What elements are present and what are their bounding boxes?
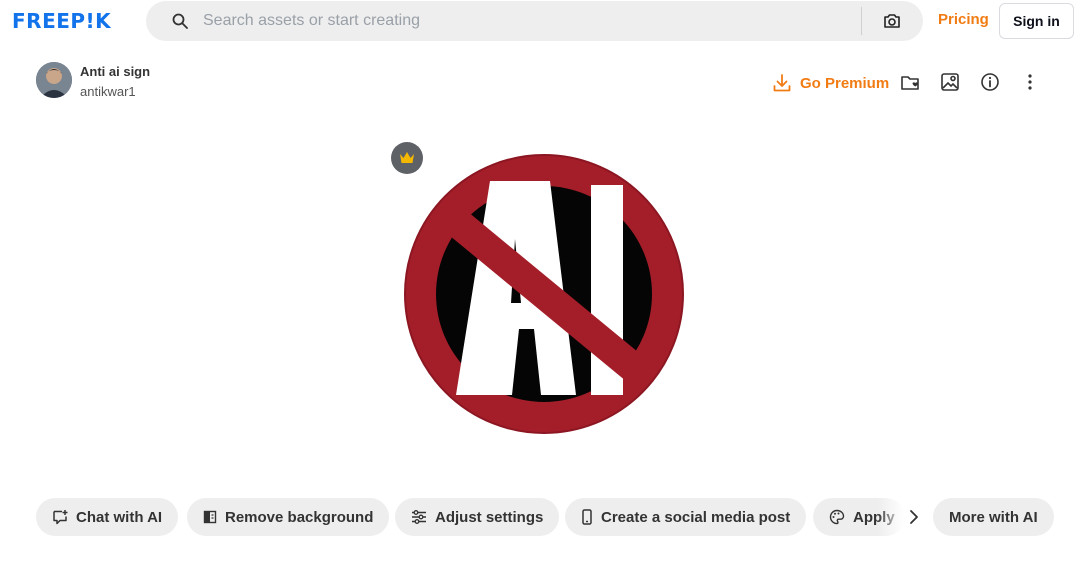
pricing-link[interactable]: Pricing [938,11,989,28]
more-with-ai-label: More with AI [949,508,1038,526]
download-icon [773,74,791,92]
more-with-ai-button[interactable]: More with AI [933,498,1054,536]
apply-style-label: Apply [853,508,895,526]
adjust-settings-label: Adjust settings [435,508,544,526]
remove-background-button[interactable]: Remove background [187,498,390,536]
info-icon[interactable] [980,72,1000,92]
go-premium-button[interactable]: Go Premium [772,72,889,94]
palette-icon [829,509,845,525]
avatar-image [36,62,72,98]
freepik-logo[interactable]: FREEP!K [12,9,111,33]
chat-with-ai-label: Chat with AI [76,508,163,526]
top-bar: FREEP!K Search assets or start creating … [0,0,1082,42]
create-social-post-label: Create a social media post [601,508,791,526]
more-options-icon[interactable] [1020,72,1040,92]
author-name[interactable]: antikwar1 [80,84,136,99]
crown-icon [400,152,414,163]
apply-style-button[interactable]: Apply [813,498,905,536]
edit-image-icon[interactable] [940,72,960,92]
sign-in-button[interactable]: Sign in [999,3,1074,39]
chat-with-ai-button[interactable]: Chat with AI [36,498,179,536]
create-social-post-button[interactable]: Create a social media post [565,498,807,536]
chat-plus-icon [53,510,68,525]
save-to-collection-icon[interactable] [900,72,920,92]
premium-badge [391,142,423,174]
avatar[interactable] [36,62,72,98]
go-premium-label: Go Premium [800,74,890,92]
search-divider [861,7,862,35]
anti-ai-sign-image[interactable] [403,153,685,435]
camera-icon[interactable] [883,13,901,29]
search-input[interactable]: Search assets or start creating [203,12,420,30]
sliders-icon [412,510,426,524]
chevron-right-icon[interactable] [905,508,923,526]
asset-title: Anti ai sign [80,64,151,79]
adjust-settings-button[interactable]: Adjust settings [395,498,560,536]
remove-bg-icon [203,510,217,524]
remove-background-label: Remove background [225,508,374,526]
search-icon [172,13,188,29]
search-bar[interactable]: Search assets or start creating [146,1,923,41]
phone-icon [582,509,592,525]
